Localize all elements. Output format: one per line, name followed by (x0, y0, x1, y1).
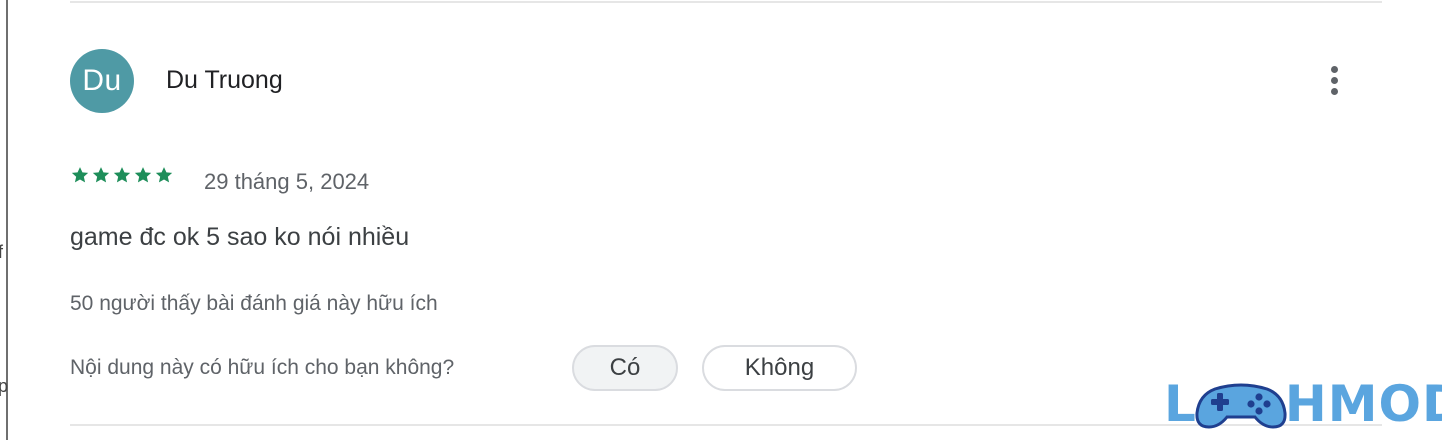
star-icon (92, 167, 110, 183)
star-icon (113, 167, 131, 183)
avatar: Du (70, 49, 134, 113)
review-author: Du Truong (166, 66, 283, 94)
top-divider (70, 1, 1382, 3)
watermark-text-right: HMOD (1284, 375, 1442, 433)
window-left-edge: f p (0, 0, 8, 440)
star-rating (70, 165, 174, 185)
clipped-text-fragment: p (0, 376, 9, 396)
helpful-no-label: Không (744, 354, 815, 381)
helpful-no-button[interactable]: Không (702, 345, 857, 391)
helpful-question: Nội dung này có hữu ích cho bạn không? (70, 356, 455, 379)
more-vert-icon-dot (1330, 76, 1338, 84)
helpful-yes-label: Có (609, 354, 641, 381)
more-options-button[interactable] (1318, 60, 1350, 100)
star-icon (134, 167, 152, 183)
review-text: game đc ok 5 sao ko nói nhiều (70, 223, 410, 251)
clipped-text-fragment: f (0, 242, 4, 262)
helpful-yes-button[interactable]: Có (572, 345, 678, 391)
star-icon (155, 167, 173, 183)
watermark-logo: L HMOD (1164, 374, 1442, 434)
review-date: 29 tháng 5, 2024 (204, 169, 370, 194)
star-icon (71, 167, 89, 183)
gamepad-icon (1195, 383, 1287, 429)
helpful-count: 50 người thấy bài đánh giá này hữu ích (70, 292, 438, 315)
more-vert-icon (1330, 65, 1338, 73)
avatar-initials: Du (82, 64, 122, 97)
more-vert-icon-dot (1330, 87, 1338, 95)
